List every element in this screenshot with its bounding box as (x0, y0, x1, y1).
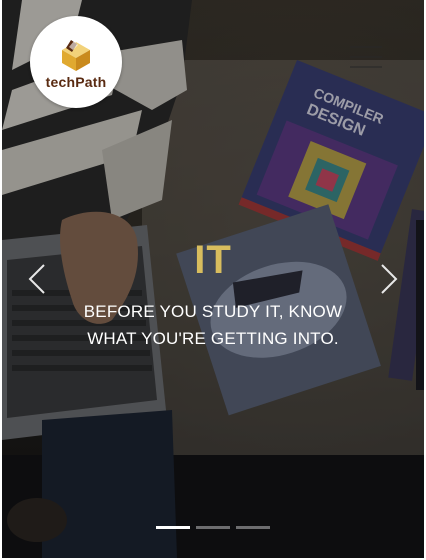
carousel-prev-button[interactable] (24, 262, 52, 296)
carousel-indicator-1[interactable] (156, 526, 190, 529)
menu-button[interactable] (350, 46, 382, 68)
slide-title: IT (194, 238, 232, 282)
carousel-indicators (2, 526, 424, 529)
brand-name: techPath (45, 74, 107, 90)
slide-subtitle-line2: WHAT YOU'RE GETTING INTO. (87, 329, 339, 348)
carousel-indicator-3[interactable] (236, 526, 270, 529)
hero-carousel: COMPILER DESIGN techPath IT BEFORE YOU S… (2, 0, 424, 558)
carousel-indicator-2[interactable] (196, 526, 230, 529)
techpath-logo[interactable]: techPath (30, 16, 122, 108)
chevron-right-icon (381, 264, 398, 294)
hamburger-menu-icon-bar (350, 56, 382, 58)
hamburger-menu-icon-bar (350, 66, 382, 68)
carousel-next-button[interactable] (374, 262, 402, 296)
chevron-left-icon (28, 264, 45, 294)
open-box-icon (62, 40, 90, 71)
hamburger-menu-icon (350, 46, 382, 48)
slide-subtitle: BEFORE YOU STUDY IT, KNOW WHAT YOU'RE GE… (2, 298, 424, 352)
slide-subtitle-line1: BEFORE YOU STUDY IT, KNOW (83, 302, 343, 321)
